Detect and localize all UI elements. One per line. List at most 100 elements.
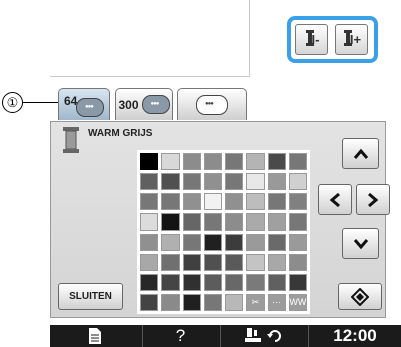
thread-color-icon <box>62 127 80 153</box>
color-swatch[interactable] <box>161 233 180 251</box>
clock: 12:00 <box>333 326 377 345</box>
move-right-button[interactable] <box>356 184 390 215</box>
color-swatch[interactable] <box>182 253 201 271</box>
diamond-apply-icon <box>351 287 369 306</box>
color-swatch[interactable] <box>182 193 201 211</box>
color-swatch[interactable] <box>288 273 307 291</box>
color-swatch[interactable] <box>288 153 307 171</box>
color-swatch[interactable] <box>246 173 265 191</box>
color-swatch[interactable] <box>288 253 307 271</box>
color-swatch[interactable] <box>225 293 244 311</box>
color-swatch[interactable] <box>288 233 307 251</box>
user-thread-spool-icon: ●●● <box>196 94 228 115</box>
color-name-label: WARM GRIJS <box>88 128 153 139</box>
chevron-right-icon <box>368 192 379 207</box>
color-swatch[interactable] <box>140 253 159 271</box>
chevron-down-icon <box>353 238 368 249</box>
callout-line <box>23 102 60 103</box>
move-left-button[interactable] <box>318 184 352 215</box>
callout-number: ① <box>2 92 23 113</box>
color-swatch[interactable] <box>288 173 307 191</box>
color-swatch[interactable] <box>140 293 159 311</box>
color-swatch[interactable] <box>246 273 265 291</box>
color-swatch[interactable] <box>246 193 265 211</box>
color-swatch[interactable] <box>182 293 201 311</box>
thread-increase-label: I+ <box>349 32 362 47</box>
color-swatch[interactable] <box>161 173 180 191</box>
color-swatch[interactable] <box>182 233 201 251</box>
chevron-up-icon <box>353 148 368 159</box>
presser-foot-icon <box>244 328 261 342</box>
color-swatch[interactable] <box>267 233 286 251</box>
tab-64-colors[interactable]: 64 ●●● <box>58 88 110 120</box>
color-swatch[interactable] <box>267 253 286 271</box>
color-swatch[interactable] <box>267 213 286 231</box>
help-button[interactable]: ? <box>143 325 218 347</box>
tab-user-thread[interactable]: ●●● <box>177 88 247 120</box>
chevron-left-icon <box>329 192 340 207</box>
color-swatch[interactable] <box>203 233 222 251</box>
color-swatch[interactable] <box>140 153 159 171</box>
apply-button[interactable] <box>338 283 382 310</box>
color-swatch[interactable] <box>267 273 286 291</box>
color-swatch[interactable] <box>140 173 159 191</box>
color-swatch[interactable] <box>203 213 222 231</box>
color-swatch[interactable] <box>225 213 244 231</box>
close-button[interactable]: SLUITEN <box>58 283 123 310</box>
color-swatch[interactable] <box>203 173 222 191</box>
scroll-up-button[interactable] <box>342 138 379 169</box>
rotate-icon <box>266 330 281 342</box>
color-swatch[interactable] <box>203 193 222 211</box>
swatch-stitch-icon: ··· <box>272 297 282 308</box>
color-swatch[interactable] <box>267 193 286 211</box>
color-swatch[interactable] <box>225 153 244 171</box>
color-swatch[interactable] <box>203 273 222 291</box>
color-swatch[interactable] <box>246 233 265 251</box>
document-button[interactable] <box>50 325 140 347</box>
color-swatch[interactable] <box>225 193 244 211</box>
color-swatch[interactable] <box>203 253 222 271</box>
color-swatch[interactable] <box>140 233 159 251</box>
thread-decrease-button[interactable]: I- <box>295 24 328 55</box>
scroll-down-button[interactable] <box>342 228 379 259</box>
color-swatch[interactable] <box>246 153 265 171</box>
color-swatch[interactable] <box>246 253 265 271</box>
color-swatch[interactable]: WW <box>288 293 307 311</box>
document-icon <box>89 328 101 344</box>
color-swatch[interactable] <box>225 273 244 291</box>
thread-spool-icon: ●●● <box>141 95 170 114</box>
color-swatch[interactable] <box>182 273 201 291</box>
thread-spool-icon: ●●● <box>76 98 104 117</box>
color-swatch[interactable] <box>267 153 286 171</box>
color-swatch[interactable] <box>182 153 201 171</box>
color-swatch[interactable] <box>225 173 244 191</box>
color-swatch[interactable] <box>161 253 180 271</box>
tab-300-colors[interactable]: 300 ●●● <box>115 88 173 120</box>
color-swatch[interactable] <box>246 213 265 231</box>
color-swatch[interactable] <box>203 293 222 311</box>
color-swatch[interactable] <box>140 273 159 291</box>
color-palette-grid: ✂ ··· WW <box>137 150 310 314</box>
color-swatch[interactable] <box>225 253 244 271</box>
color-swatch[interactable] <box>140 213 159 231</box>
color-swatch[interactable]: ✂ <box>246 293 265 311</box>
color-swatch[interactable]: ··· <box>267 293 286 311</box>
tab-300-label: 300 <box>118 97 139 112</box>
color-swatch[interactable] <box>161 293 180 311</box>
color-swatch[interactable] <box>182 213 201 231</box>
color-swatch[interactable] <box>182 173 201 191</box>
embroidery-preview-area <box>50 0 250 77</box>
color-swatch[interactable] <box>161 153 180 171</box>
color-swatch[interactable] <box>161 193 180 211</box>
color-swatch[interactable] <box>203 153 222 171</box>
color-swatch[interactable] <box>161 213 180 231</box>
color-swatch[interactable] <box>161 273 180 291</box>
swatch-stitch-icon: WW <box>289 297 307 308</box>
thread-increase-button[interactable]: I+ <box>335 24 368 55</box>
color-swatch[interactable] <box>225 233 244 251</box>
color-swatch[interactable] <box>267 173 286 191</box>
color-swatch[interactable] <box>288 193 307 211</box>
color-swatch[interactable] <box>140 193 159 211</box>
status-area <box>221 325 306 347</box>
color-swatch[interactable] <box>288 213 307 231</box>
